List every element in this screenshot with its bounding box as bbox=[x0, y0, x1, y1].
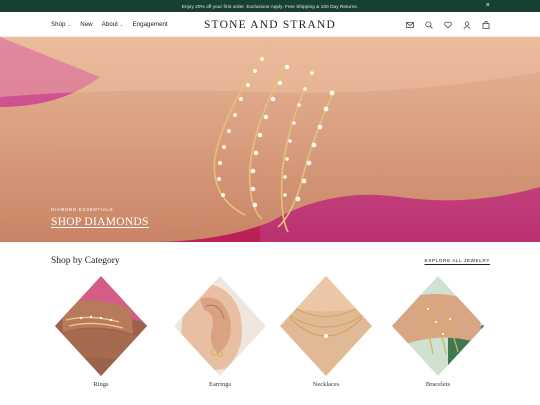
nav-item-new[interactable]: New bbox=[80, 21, 92, 28]
category-card-bracelets[interactable]: Bracelets bbox=[388, 274, 488, 394]
category-card-necklaces[interactable]: Necklaces bbox=[276, 274, 376, 394]
nav-item-shop[interactable]: Shop ⌄ bbox=[51, 21, 71, 28]
category-card-rings[interactable]: Rings bbox=[51, 274, 151, 394]
search-icon[interactable] bbox=[425, 20, 433, 29]
promo-text: Enjoy 20% off your first order. Exclusio… bbox=[181, 3, 359, 9]
close-icon[interactable]: × bbox=[486, 1, 490, 11]
chevron-down-icon: ⌄ bbox=[119, 21, 124, 27]
bracelets-image bbox=[392, 276, 484, 376]
rings-image bbox=[55, 276, 147, 376]
category-label: Rings bbox=[93, 381, 109, 388]
nav-item-label: About bbox=[101, 21, 118, 28]
category-label: Bracelets bbox=[425, 381, 451, 388]
nav-item-about[interactable]: About ⌄ bbox=[102, 21, 124, 28]
earrings-image bbox=[174, 276, 266, 376]
explore-all-link[interactable]: EXPLORE ALL JEWELRY bbox=[425, 259, 491, 264]
heart-icon[interactable] bbox=[444, 21, 452, 29]
category-label: Earrings bbox=[208, 381, 232, 388]
bag-icon[interactable] bbox=[482, 20, 490, 29]
header: STONE AND STRAND Shop ⌄ New About ⌄ Enga… bbox=[0, 12, 540, 37]
section-title: Shop by Category bbox=[51, 256, 120, 266]
necklaces-image bbox=[280, 276, 372, 376]
mail-icon[interactable] bbox=[406, 21, 414, 29]
category-card-earrings[interactable]: Earrings bbox=[170, 274, 270, 394]
account-icon[interactable] bbox=[463, 20, 471, 29]
hero-banner[interactable]: DIAMOND ESSENTIALS SHOP DIAMONDS bbox=[0, 37, 540, 242]
nav-item-engagement[interactable]: Engagement bbox=[133, 21, 168, 28]
main-menu: Shop ⌄ New About ⌄ Engagement bbox=[51, 12, 168, 37]
nav-item-label: New bbox=[80, 21, 93, 28]
nav-item-label: Engagement bbox=[132, 21, 168, 28]
header-icons bbox=[406, 12, 490, 37]
promo-bar: Enjoy 20% off your first order. Exclusio… bbox=[0, 0, 540, 12]
nav-item-label: Shop bbox=[51, 21, 66, 28]
chevron-down-icon: ⌄ bbox=[67, 21, 72, 27]
hero-eyebrow: DIAMOND ESSENTIALS bbox=[51, 207, 114, 212]
shop-diamonds-link[interactable]: SHOP DIAMONDS bbox=[51, 216, 149, 228]
category-label: Necklaces bbox=[312, 381, 340, 388]
